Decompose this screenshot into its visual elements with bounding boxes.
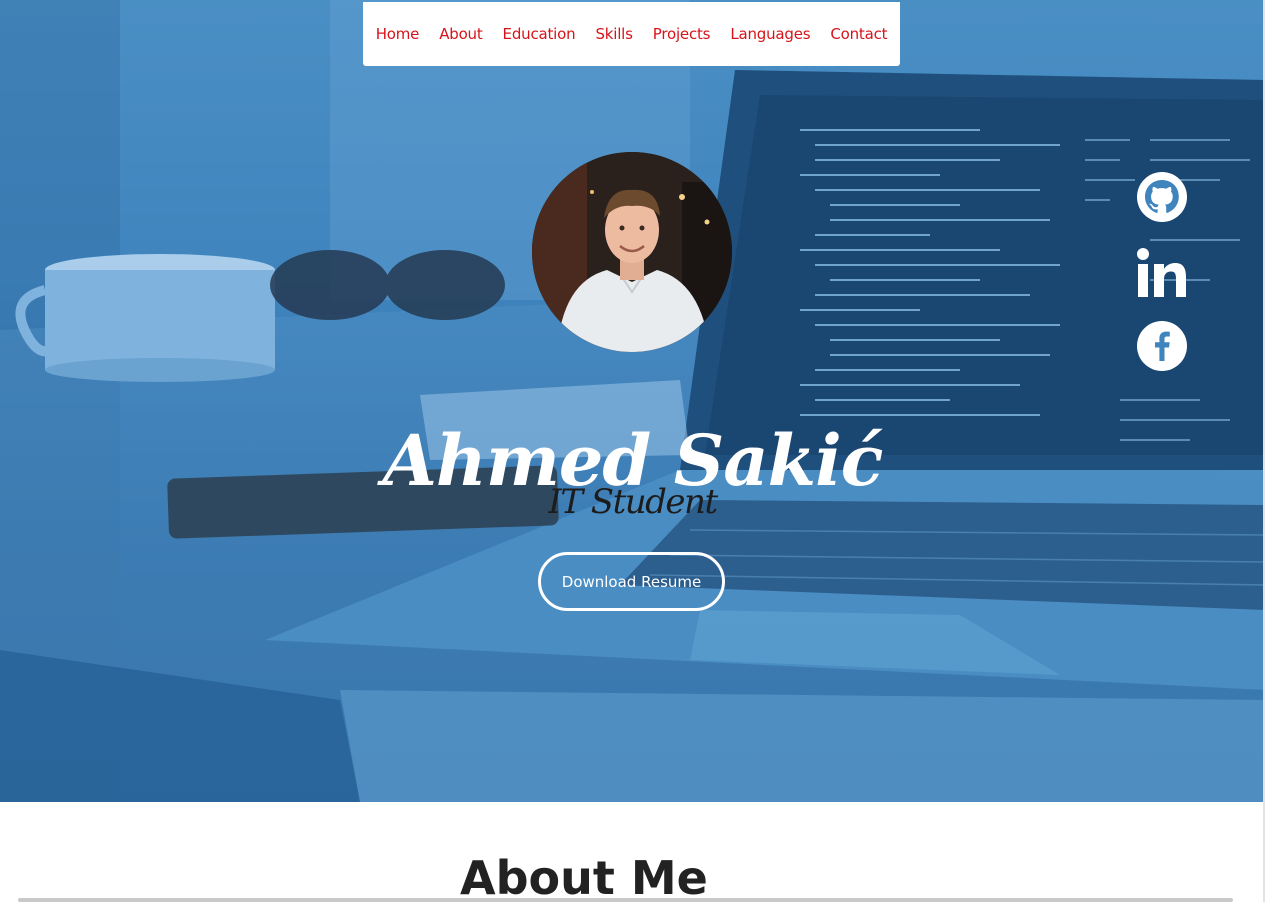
hero-subtitle: IT Student [548,482,718,522]
top-navigation: Home About Education Skills Projects Lan… [363,2,900,66]
hero-background-image [0,0,1265,802]
nav-item-languages[interactable]: Languages [730,25,810,43]
github-icon [1137,172,1187,222]
horizontal-scrollbar[interactable] [18,898,1233,902]
nav-item-about[interactable]: About [439,25,483,43]
linkedin-link[interactable] [1134,245,1190,301]
linkedin-icon [1137,248,1186,297]
download-resume-button[interactable]: Download Resume [538,552,725,611]
github-link[interactable] [1134,169,1190,225]
nav-item-home[interactable]: Home [376,25,420,43]
hero-section: Home About Education Skills Projects Lan… [0,0,1265,802]
nav-item-education[interactable]: Education [503,25,576,43]
profile-photo-image [532,152,732,352]
facebook-icon [1137,321,1187,371]
nav-item-projects[interactable]: Projects [653,25,711,43]
nav-item-contact[interactable]: Contact [830,25,887,43]
coffee-mug [15,254,275,382]
profile-photo [532,152,732,352]
nav-item-skills[interactable]: Skills [595,25,633,43]
facebook-link[interactable] [1134,318,1190,374]
